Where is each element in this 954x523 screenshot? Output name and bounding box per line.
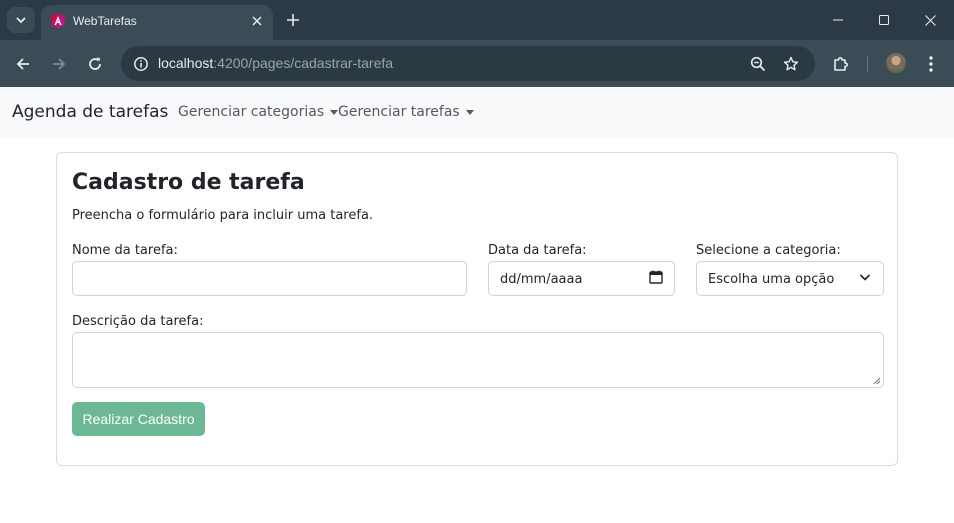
- toolbar-divider: [867, 56, 868, 72]
- descricao-textarea[interactable]: [72, 332, 884, 388]
- forward-button[interactable]: [47, 52, 71, 76]
- url-text: localhost:4200/pages/cadastrar-tarefa: [158, 55, 394, 71]
- arrow-left-icon: [16, 58, 29, 70]
- tab-search-button[interactable]: [7, 7, 35, 33]
- calendar-icon[interactable]: [649, 270, 663, 284]
- nome-input[interactable]: [72, 261, 467, 296]
- new-tab-button[interactable]: [283, 10, 303, 30]
- nav-gerenciar-categorias[interactable]: Gerenciar categorias: [178, 104, 339, 120]
- browser-menu-button[interactable]: [919, 52, 943, 76]
- app-navbar: Agenda de tarefas Gerenciar categorias G…: [0, 87, 954, 137]
- form-title: Cadastro de tarefa: [72, 170, 305, 195]
- nome-label: Nome da tarefa:: [72, 243, 178, 258]
- submit-button[interactable]: Realizar Cadastro: [72, 402, 205, 436]
- nav-link-label: Gerenciar tarefas: [338, 104, 460, 120]
- browser-tab[interactable]: WebTarefas: [41, 5, 273, 40]
- angular-logo-icon: [51, 13, 65, 29]
- puzzle-icon: [834, 57, 848, 71]
- site-info-button[interactable]: [129, 52, 153, 76]
- zoom-out-icon: [750, 56, 766, 72]
- reload-button[interactable]: [83, 52, 107, 76]
- profile-avatar[interactable]: [886, 53, 906, 73]
- plus-icon: [287, 14, 299, 26]
- categoria-select[interactable]: Escolha uma opção: [696, 261, 884, 296]
- star-icon: [783, 56, 799, 71]
- tune-icon: [134, 57, 148, 71]
- chevron-down-icon: [859, 274, 871, 281]
- minimize-icon: [833, 19, 843, 21]
- browser-tab-bar: WebTarefas: [0, 0, 954, 40]
- address-bar[interactable]: localhost:4200/pages/cadastrar-tarefa: [121, 46, 815, 81]
- close-icon: [252, 16, 262, 26]
- date-placeholder: dd/mm/aaaa: [500, 272, 583, 287]
- close-window-button[interactable]: [907, 0, 953, 40]
- zoom-button[interactable]: [746, 52, 770, 76]
- tab-close-button[interactable]: [247, 11, 267, 31]
- web-page: Agenda de tarefas Gerenciar categorias G…: [0, 87, 954, 523]
- categoria-selected-value: Escolha uma opção: [708, 272, 835, 287]
- minimize-button[interactable]: [815, 0, 861, 40]
- resize-grip-icon[interactable]: [873, 377, 881, 385]
- navbar-brand[interactable]: Agenda de tarefas: [12, 102, 168, 122]
- arrow-right-icon: [53, 58, 66, 70]
- maximize-button[interactable]: [861, 0, 907, 40]
- more-vertical-icon: [929, 56, 933, 72]
- bookmark-button[interactable]: [779, 52, 803, 76]
- back-button[interactable]: [11, 52, 35, 76]
- nav-link-label: Gerenciar categorias: [178, 104, 325, 120]
- browser-toolbar: localhost:4200/pages/cadastrar-tarefa: [0, 40, 954, 87]
- task-form-card: Cadastro de tarefa Preencha o formulário…: [56, 152, 898, 466]
- descricao-label: Descrição da tarefa:: [72, 314, 204, 329]
- tab-title: WebTarefas: [73, 14, 137, 28]
- maximize-icon: [879, 15, 889, 25]
- data-label: Data da tarefa:: [488, 243, 587, 258]
- chevron-down-icon: [16, 17, 26, 24]
- close-icon: [924, 14, 936, 26]
- categoria-label: Selecione a categoria:: [696, 243, 841, 258]
- extensions-button[interactable]: [829, 52, 853, 76]
- caret-down-icon: [465, 109, 474, 115]
- caret-down-icon: [330, 109, 339, 115]
- reload-icon: [89, 57, 101, 70]
- data-input[interactable]: dd/mm/aaaa: [488, 261, 675, 296]
- nav-gerenciar-tarefas[interactable]: Gerenciar tarefas: [338, 104, 474, 120]
- form-subtitle: Preencha o formulário para incluir uma t…: [72, 208, 374, 223]
